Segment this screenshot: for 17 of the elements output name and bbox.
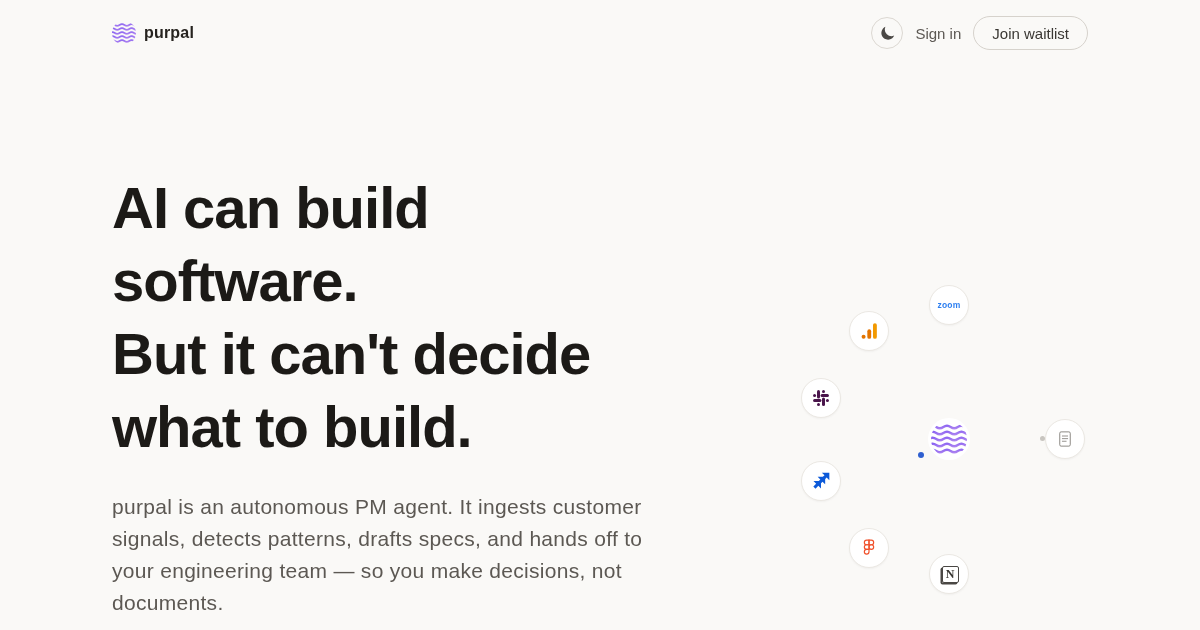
brand-name: purpal: [144, 24, 195, 42]
moon-icon: [879, 25, 895, 41]
logo-icon: [928, 418, 970, 460]
document-icon: [1045, 419, 1085, 459]
wordmark-logo: zoom: [929, 285, 969, 325]
bar-chart-icon: [849, 311, 889, 351]
hash-icon: [801, 378, 841, 418]
logo-icon: [112, 21, 136, 45]
sign-in-link[interactable]: Sign in: [915, 24, 962, 42]
dot-icon: [918, 452, 924, 458]
dot-icon: [1040, 436, 1045, 441]
letter-logo: N: [929, 554, 969, 594]
headline: AI can build software.: [112, 174, 430, 315]
headline: But it can't decide what to build.: [112, 320, 592, 461]
description: purpal is an autonomous PM agent. It ingests customer signals, detects patterns, drafts specs, and hands off to your engineering team — so you make decisions, not documents.: [112, 494, 644, 616]
stacked-shapes-icon: [849, 528, 889, 568]
chevrons-icon: [801, 461, 841, 501]
